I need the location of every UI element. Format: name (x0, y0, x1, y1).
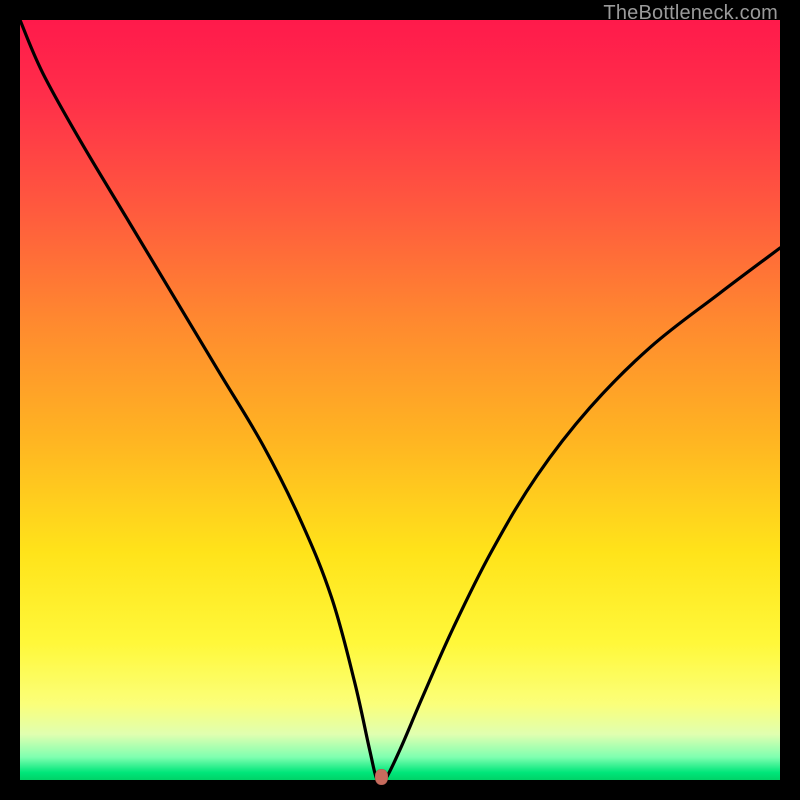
optimal-point-marker (375, 769, 388, 785)
curve-path (20, 20, 780, 784)
bottleneck-curve (20, 20, 780, 780)
chart-plot-area (20, 20, 780, 780)
watermark-text: TheBottleneck.com (603, 2, 778, 25)
chart-frame: TheBottleneck.com (0, 0, 800, 800)
